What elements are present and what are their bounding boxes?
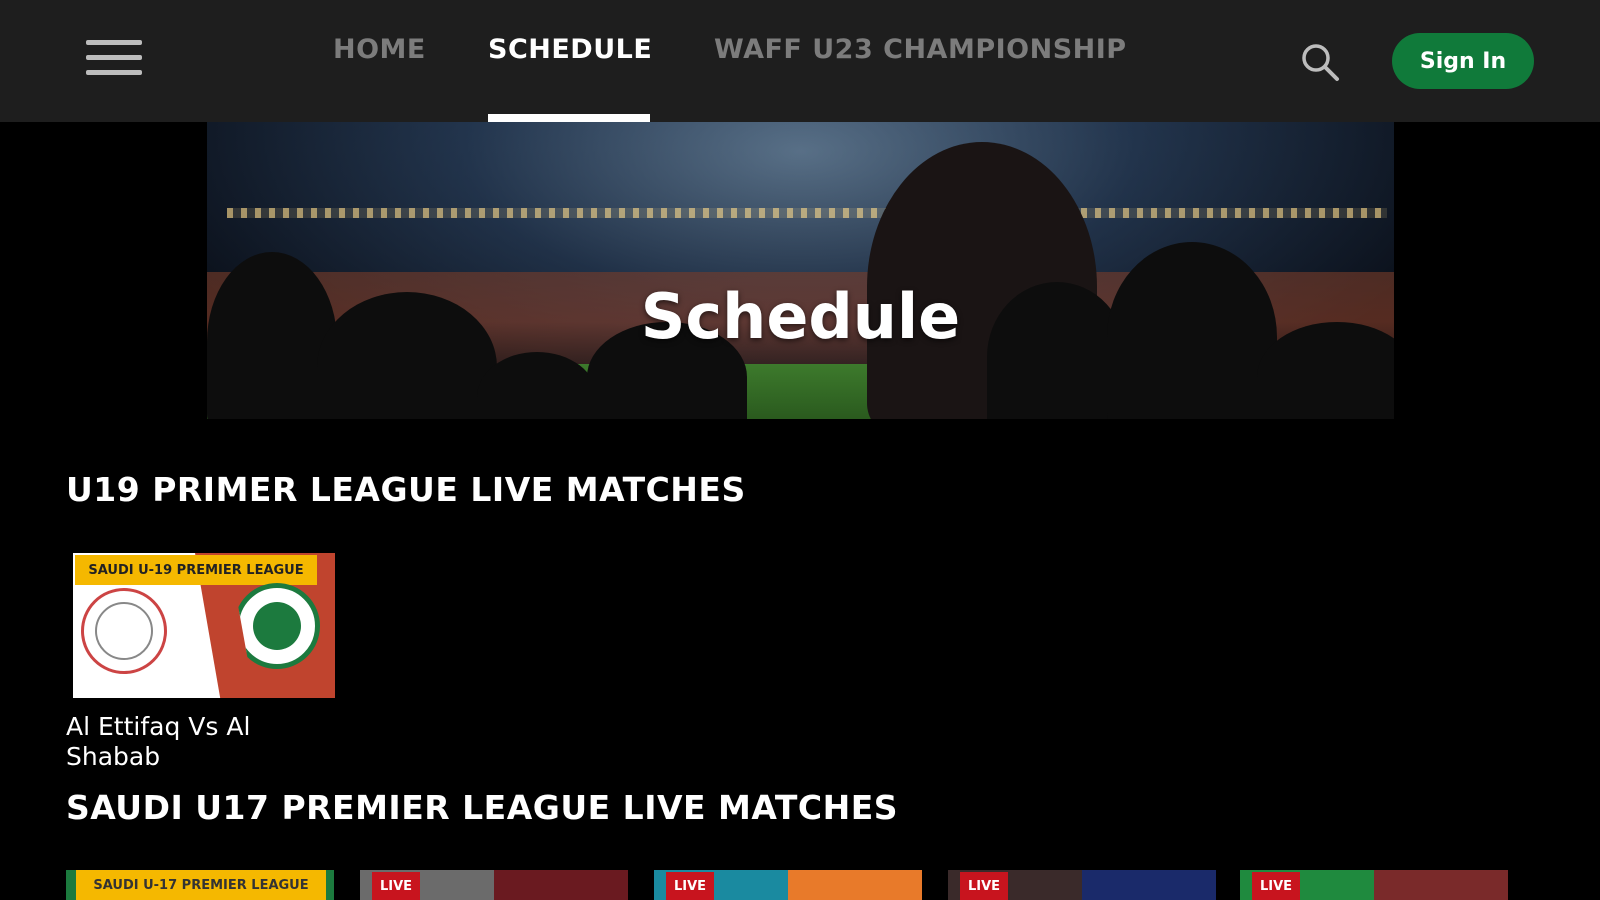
nav-item-home[interactable]: HOME [333,34,426,65]
match-card[interactable]: SAUDI U-19 PREMIER LEAGUE [73,553,335,698]
stadium-lights [227,208,1387,218]
match-title[interactable]: Al Ettifaq Vs Al Shabab [66,712,316,772]
hero-title: Schedule [640,280,961,353]
match-thumbnail[interactable]: LIVE [948,870,1216,900]
league-tag: SAUDI U-19 PREMIER LEAGUE [75,555,317,585]
team-crest-icon [81,588,167,674]
nav-item-waff-u23-championship[interactable]: WAFF U23 CHAMPIONSHIP [714,34,1127,65]
live-badge: LIVE [666,872,714,900]
active-tab-indicator [488,114,650,122]
match-thumbnail[interactable]: LIVE [1240,870,1508,900]
match-thumbnail[interactable]: SAUDI U-17 PREMIER LEAGUE [66,870,334,900]
section-title-u17: SAUDI U17 PREMIER LEAGUE LIVE MATCHES [66,788,899,827]
search-icon[interactable] [1298,40,1342,84]
section-title-u19: U19 PRIMER LEAGUE LIVE MATCHES [66,470,746,509]
top-navigation-bar: HOME SCHEDULE WAFF U23 CHAMPIONSHIP Sign… [0,0,1600,122]
league-tag: SAUDI U-17 PREMIER LEAGUE [76,870,326,900]
match-thumbnail[interactable]: LIVE [360,870,628,900]
nav-item-schedule[interactable]: SCHEDULE [488,34,652,65]
live-badge: LIVE [1252,872,1300,900]
schedule-hero-banner: Schedule [207,122,1394,419]
live-badge: LIVE [960,872,1008,900]
sign-in-button[interactable]: Sign In [1392,33,1534,89]
match-thumbnail[interactable]: LIVE [654,870,922,900]
hamburger-menu-icon[interactable] [86,40,142,82]
live-badge: LIVE [372,872,420,900]
